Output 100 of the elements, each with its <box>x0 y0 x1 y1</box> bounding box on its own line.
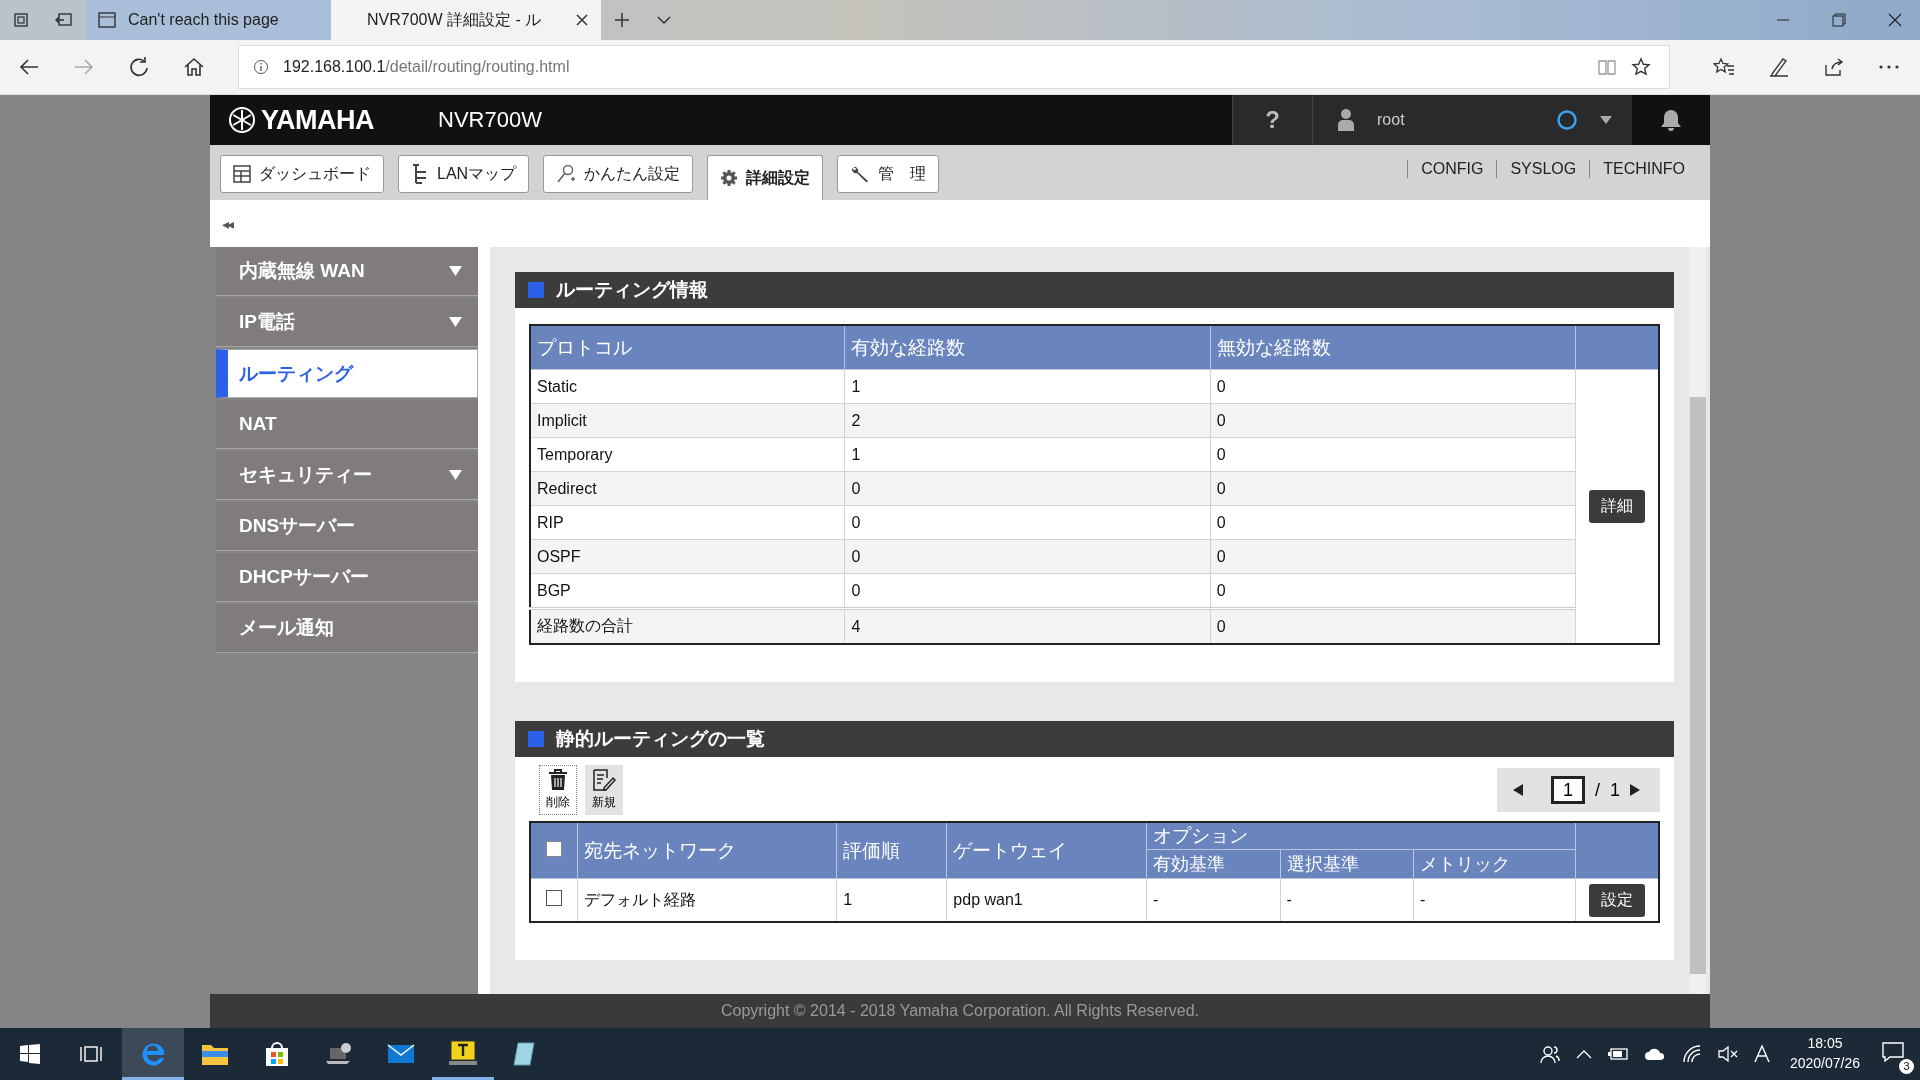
table-cell: 2 <box>844 403 1211 438</box>
logo-text: YAMAHA <box>261 104 374 136</box>
delete-button[interactable]: 削除 <box>539 765 577 815</box>
address-bar[interactable]: 192.168.100.1/detail/routing/routing.html <box>238 45 1670 89</box>
page-input[interactable]: 1 <box>1550 776 1585 804</box>
cloud-icon[interactable] <box>1643 1047 1666 1061</box>
people-icon[interactable] <box>1539 1044 1560 1064</box>
new-tab-icon[interactable] <box>613 11 631 29</box>
trash-icon <box>548 769 568 791</box>
header-link[interactable]: SYSLOG <box>1496 159 1590 178</box>
table-cell: 0 <box>1210 608 1576 644</box>
table-cell: 0 <box>844 505 1211 540</box>
notebook-icon[interactable] <box>512 1041 538 1067</box>
notification-count-badge: 3 <box>1899 1059 1914 1074</box>
settings-button[interactable]: 設定 <box>1589 883 1645 917</box>
header-link[interactable]: TECHINFO <box>1589 159 1698 178</box>
gear-icon <box>720 169 739 187</box>
sidebar-item[interactable]: NAT <box>216 400 478 449</box>
triangle-down-icon <box>449 470 462 480</box>
tree-icon <box>411 164 429 184</box>
next-page-icon[interactable] <box>1630 784 1640 796</box>
table-cell: OSPF <box>530 539 845 574</box>
table-cell: Redirect <box>530 471 845 506</box>
model-name: NVR700W <box>438 107 542 133</box>
table-cell: 0 <box>1210 403 1576 438</box>
more-icon[interactable] <box>1878 64 1900 70</box>
sidebar-item[interactable]: IP電話 <box>216 298 478 347</box>
browser-tab[interactable]: Can't reach this page <box>86 0 331 40</box>
header-link[interactable]: CONFIG <box>1407 159 1497 178</box>
wrench-icon <box>850 164 871 184</box>
store-icon[interactable] <box>264 1041 290 1067</box>
notification-bell-icon[interactable] <box>1660 108 1682 132</box>
select-all-checkbox[interactable] <box>546 840 562 857</box>
restore-icon[interactable] <box>1832 13 1846 27</box>
collapse-sidebar-button[interactable]: ◂◂ <box>222 215 233 232</box>
column-header: ゲートウェイ <box>946 822 1147 879</box>
back-icon[interactable] <box>18 58 40 76</box>
refresh-icon[interactable] <box>128 56 150 78</box>
table-cell: Implicit <box>530 403 845 438</box>
column-header: メトリック <box>1413 849 1576 879</box>
user-name: root <box>1377 111 1405 129</box>
table-cell: 1 <box>844 437 1211 472</box>
table-cell: 0 <box>844 471 1211 506</box>
nav-tab[interactable]: 詳細設定 <box>707 155 824 200</box>
start-icon[interactable] <box>20 1044 40 1064</box>
clock[interactable]: 18:05 2020/07/26 <box>1789 1034 1860 1074</box>
new-button[interactable]: 新規 <box>585 765 623 815</box>
logo-emblem-icon <box>228 106 256 134</box>
battery-icon[interactable] <box>1607 1047 1628 1061</box>
detail-button[interactable]: 詳細 <box>1589 490 1645 523</box>
folder-icon[interactable] <box>201 1042 229 1066</box>
sidebar-item[interactable]: ルーティング <box>216 349 478 398</box>
table-cell: 0 <box>1210 369 1576 404</box>
mute-icon[interactable] <box>1717 1046 1738 1062</box>
close-icon[interactable] <box>575 13 589 27</box>
action-center-icon[interactable] <box>1882 1042 1904 1062</box>
share-icon[interactable] <box>1823 57 1845 77</box>
nav-tab[interactable]: ダッシュボード <box>220 155 384 193</box>
mail-icon[interactable] <box>387 1043 415 1065</box>
url-text: 192.168.100.1/detail/routing/routing.html <box>283 58 570 76</box>
nav-tab[interactable]: LANマップ <box>398 155 530 193</box>
scrollbar[interactable] <box>1690 247 1706 994</box>
help-button[interactable]: ? <box>1232 95 1312 145</box>
close-icon[interactable] <box>1888 13 1902 27</box>
tab-actions-icon[interactable] <box>12 11 30 29</box>
set-tabs-aside-icon[interactable] <box>54 11 74 29</box>
laptop-icon[interactable] <box>325 1042 353 1066</box>
previous-page-icon[interactable] <box>1512 784 1523 796</box>
column-header: 無効な経路数 <box>1210 325 1576 370</box>
table-cell: Static <box>530 369 845 404</box>
sidebar-item[interactable]: DHCPサーバー <box>216 553 478 602</box>
panel-title: ルーティング情報 <box>556 278 708 302</box>
star-icon[interactable] <box>1631 57 1651 77</box>
pen-icon[interactable] <box>1768 56 1790 78</box>
sidebar-item[interactable]: メール通知 <box>216 604 478 653</box>
triangle-down-icon <box>449 317 462 327</box>
task-view-icon[interactable] <box>80 1044 102 1064</box>
page-separator: / <box>1594 779 1600 801</box>
row-checkbox[interactable] <box>546 890 562 906</box>
wifi-icon[interactable] <box>1681 1045 1702 1063</box>
loading-icon <box>1556 109 1578 131</box>
table-cell: 0 <box>1210 505 1576 540</box>
column-header: プロトコル <box>530 325 845 370</box>
t-app-icon[interactable] <box>449 1039 477 1066</box>
table-cell: Temporary <box>530 437 845 472</box>
column-header: 有効基準 <box>1146 849 1280 879</box>
page-icon <box>98 12 116 28</box>
sidebar-item[interactable]: DNSサーバー <box>216 502 478 551</box>
sidebar-item[interactable]: 内蔵無線 WAN <box>216 247 478 296</box>
nav-tab[interactable]: 管 理 <box>837 155 940 193</box>
nav-tab[interactable]: かんたん設定 <box>543 155 694 193</box>
browser-tab[interactable]: NVR700W 詳細設定 - ル <box>331 0 601 40</box>
chevron-up-icon[interactable] <box>1575 1049 1592 1059</box>
sidebar-item[interactable]: セキュリティー <box>216 451 478 500</box>
user-icon <box>1337 108 1355 132</box>
home-icon[interactable] <box>183 57 205 77</box>
dropdown-caret-icon[interactable] <box>1600 116 1612 124</box>
input-method-icon[interactable] <box>1753 1045 1770 1063</box>
favorites-icon[interactable] <box>1713 57 1735 77</box>
copyright-text: Copyright © 2014 - 2018 Yamaha Corporation. All Rights Reserved. <box>720 1002 1200 1020</box>
